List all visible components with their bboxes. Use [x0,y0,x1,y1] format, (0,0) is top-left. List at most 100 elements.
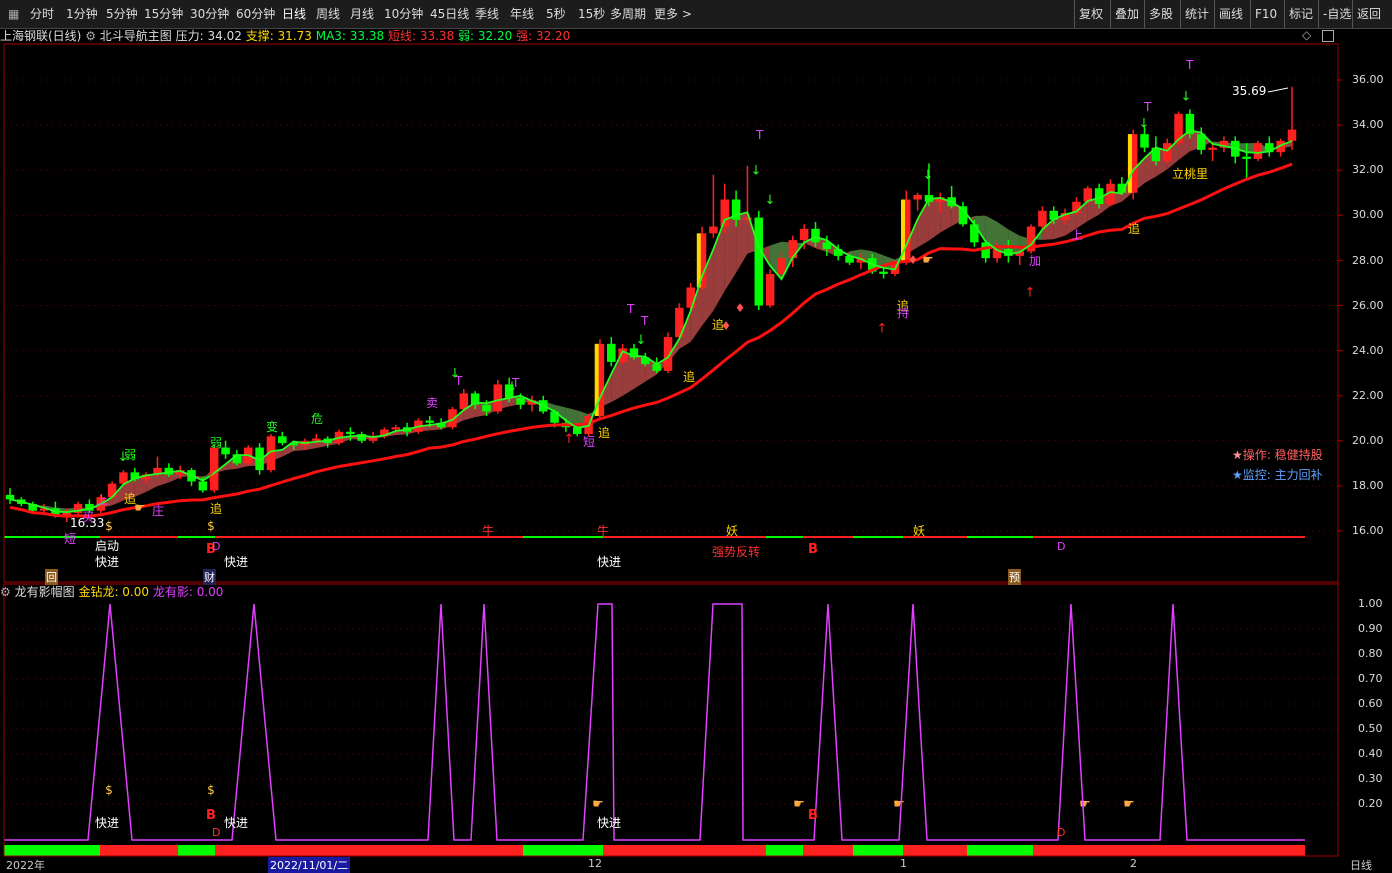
period-label: 日线 [1350,859,1372,872]
settings-gear-icon[interactable]: ⚙ [85,29,96,43]
trend-segment-thin [178,536,215,538]
toolbar-button[interactable]: 标记 [1284,0,1317,28]
toolbar-button[interactable]: 叠加 [1110,0,1143,28]
period-tab[interactable]: 月线 [350,0,374,28]
price-tick: 28.00 [1352,254,1384,267]
maximize-icon[interactable] [1322,30,1334,42]
lihuali-mark: 立桃里 [1172,167,1209,181]
monitor-label: 监控: [1242,468,1275,482]
period-tab[interactable]: 10分钟 [384,0,423,28]
candle-body [788,240,798,259]
niu-mark: 牛 [482,524,495,538]
grid-lines [4,79,1338,805]
trend-segment-thin [523,536,603,538]
trend-segment [523,845,603,856]
price-tick: 24.00 [1352,344,1384,357]
money-bag-icon: $ [105,519,113,533]
toolbar-button[interactable]: 画线 [1214,0,1247,28]
kuaijin-signal: 快进 [95,555,120,569]
up-arrow-icon: ↑ [205,470,216,485]
limit-up-marker [1127,134,1132,193]
period-tab[interactable]: 60分钟 [236,0,275,28]
hand-icon: ☛ [922,253,934,268]
stock-name[interactable]: 上海钢联(日线) [0,29,81,43]
period-tab[interactable]: 15分钟 [144,0,183,28]
strong-value: 32.20 [535,29,571,43]
period-tab[interactable]: 分时 [30,0,54,28]
settings-gear-icon[interactable]: ⚙ [0,585,11,599]
toolbar-button[interactable]: F10 [1250,0,1281,28]
hand-icon: ☛ [893,797,905,812]
shadow-label: 龙有影: [152,585,197,599]
candle-body [459,393,469,410]
kuaijin-signal: 快进 [224,555,249,569]
price-tick: 36.00 [1352,73,1384,86]
qiangshi-signal: 强势反转 [712,545,761,559]
operation-status: ★操作: 稳健持股 [1232,446,1323,463]
period-tab[interactable]: 季线 [475,0,499,28]
candle-body [799,228,809,241]
sub-tick: 0.30 [1358,772,1383,785]
money-bag-icon: $ [207,783,215,797]
period-tab[interactable]: 周线 [316,0,340,28]
price-tick: 26.00 [1352,299,1384,312]
candle-body [879,271,888,274]
star-icon: ★ [1232,468,1243,482]
candle-body [482,404,491,412]
duan-mark: 短 [583,435,596,449]
d-signal: D [1057,540,1066,553]
up-arrow-icon: ↑ [564,432,575,447]
star-icon: ★ [1232,448,1243,462]
menu-grid-icon[interactable]: ▦ [8,0,19,28]
indicator-name[interactable]: 北斗导航主图 [100,29,172,43]
kuaijin-signal: 快进 [597,555,622,569]
toolbar-button[interactable]: -自选 [1318,0,1355,28]
price-tick: 30.00 [1352,208,1384,221]
toolbar-button[interactable]: 复权 [1074,0,1107,28]
sub-tick: 0.60 [1358,697,1383,710]
t-mark: T [627,302,635,316]
candle-body [765,273,775,306]
toolbar-button[interactable]: 多股 [1144,0,1177,28]
zhui-mark: 追 [598,426,611,440]
candle-body [346,431,355,435]
toolbar-button[interactable]: 统计 [1180,0,1213,28]
period-tab[interactable]: 5分钟 [106,0,138,28]
sub-indicator-name[interactable]: 龙有影帽图 [15,585,75,599]
candle-body [493,384,503,412]
duan-mark: 短 [64,532,77,546]
chart-canvas[interactable]: ↓↓↓↓↓↓↓↓↓↑↑↑↑$ $$ $☛☛☛ ☛ ☛ ☛ ☛♦♦♦ [0,0,1392,873]
t-mark: T [512,376,520,390]
period-tab[interactable]: 年线 [510,0,534,28]
down-arrow-icon: ↓ [765,193,776,208]
trend-segment-thin [967,536,1033,538]
candle-body [686,287,695,308]
kuaijin-signal: 快进 [95,816,120,830]
candle-body [709,226,718,234]
period-tab[interactable]: 更多 > [654,0,692,28]
sub-info-line: ⚙ 龙有影帽图 金钻龙: 0.00 龙有影: 0.00 [0,584,223,600]
trend-segment-thin [766,536,803,538]
period-tab[interactable]: 15秒 [578,0,605,28]
support-value: 31.73 [277,29,312,43]
up-arrow-icon: ↑ [1025,285,1036,300]
candle-body [913,195,922,200]
shang-mark: 上 [1071,228,1084,242]
trend-segment-thin [1033,536,1305,538]
shang-mark: 上 [96,493,109,507]
diamond-icon[interactable]: ◇ [1302,28,1311,42]
period-tab[interactable]: 1分钟 [66,0,98,28]
candle-body [425,420,435,423]
period-tab[interactable]: 多周期 [610,0,646,28]
high-price-label: 35.69 [1232,84,1267,98]
t-mark: T [1186,58,1194,72]
period-tab[interactable]: 45日线 [430,0,469,28]
zhui-mark: 追 [1128,222,1141,236]
money-bag-icon: $ [207,519,215,533]
candle-body [1287,129,1297,141]
toolbar-button[interactable]: 返回 [1352,0,1385,28]
period-tab[interactable]: 30分钟 [190,0,229,28]
period-tab[interactable]: 5秒 [546,0,566,28]
period-tab[interactable]: 日线 [282,0,306,28]
down-arrow-icon: ↓ [1181,89,1192,104]
